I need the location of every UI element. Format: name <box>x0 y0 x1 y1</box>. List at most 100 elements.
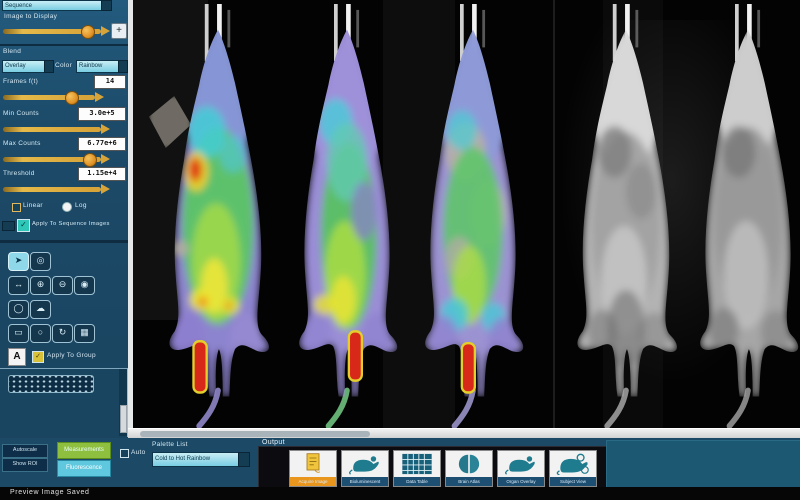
output-thumbnail-strip: Acquire Image Bioluminescent Data Table Bra… <box>258 446 608 489</box>
colorbar-button[interactable] <box>8 375 94 393</box>
apply-group-checkbox[interactable]: ✓ <box>32 351 44 363</box>
max-counts-slider-handle[interactable] <box>83 153 97 167</box>
output-bioluminescent[interactable]: Bioluminescent <box>341 450 389 487</box>
min-counts-field[interactable]: 3.0e+5 <box>78 107 126 121</box>
show-roi-button[interactable]: Show ROI <box>2 458 48 472</box>
sequence-dropdown-button[interactable] <box>101 0 112 11</box>
horizontal-scrollbar-thumb[interactable] <box>140 431 370 437</box>
image-display-slider[interactable] <box>3 29 101 34</box>
measurements-button[interactable]: Measurements <box>57 442 111 459</box>
zoom-in-tool[interactable]: ⊕ <box>30 276 51 295</box>
annotation-button[interactable]: A <box>8 348 26 366</box>
rotate-tool[interactable]: ↻ <box>52 324 73 343</box>
mouse-image-2 <box>282 4 412 428</box>
min-counts-label: Min Counts <box>3 110 39 117</box>
focus-tool[interactable]: ◉ <box>74 276 95 295</box>
apply-group-label: Apply To Group <box>47 352 96 359</box>
slider-arrow-icon <box>101 154 110 164</box>
log-radio[interactable] <box>62 202 72 212</box>
frame-label: Frames f(t) <box>3 78 38 85</box>
sidebar-scrollbar-thumb[interactable] <box>120 405 127 433</box>
mouse-image-5 <box>683 4 800 428</box>
palette-list-dropdown[interactable]: Cold to Hot Rainbow <box>152 452 242 467</box>
blend-label: Blend <box>3 48 21 55</box>
mouse-image-3 <box>408 4 538 428</box>
output-label: Output <box>262 439 285 446</box>
output-organ-overlay[interactable]: Organ Overlay <box>497 450 545 487</box>
zoom-out-tool[interactable]: ⊖ <box>52 276 73 295</box>
rat-icon <box>555 453 591 475</box>
threshold-field[interactable]: 1.15e+4 <box>78 167 126 181</box>
apply-sequence-checkbox[interactable]: ✓ <box>17 219 30 232</box>
output-subject-view[interactable]: Subject View <box>549 450 597 487</box>
max-counts-slider[interactable] <box>3 157 101 162</box>
fluorescence-button[interactable]: Fluorescence <box>57 460 111 477</box>
grid-view-tool[interactable]: ▦ <box>74 324 95 343</box>
divider <box>0 240 128 243</box>
linear-radio[interactable] <box>12 203 21 212</box>
fit-view-tool[interactable]: ↔ <box>8 276 29 295</box>
freehand-roi-tool[interactable]: ☁ <box>30 300 51 319</box>
rect-roi-tool[interactable]: ▭ <box>8 324 29 343</box>
output-brain-atlas[interactable]: Brain Atlas <box>445 450 493 487</box>
mouse-icon <box>347 453 383 475</box>
rat-icon <box>550 451 596 476</box>
image-display-slider-handle[interactable] <box>81 25 95 39</box>
auto-checkbox[interactable] <box>120 449 129 458</box>
log-radio-label: Log <box>75 202 87 209</box>
max-counts-field[interactable]: 6.77e+6 <box>78 137 126 151</box>
sidebar-scrollbar[interactable] <box>119 369 127 436</box>
sheet-icon <box>301 452 325 476</box>
mouse-icon <box>503 453 539 475</box>
thumbnail-label: Data Table <box>394 477 440 486</box>
mouse-icon <box>342 451 388 476</box>
sequence-dropdown[interactable]: Sequence <box>2 0 106 11</box>
frame-value-field[interactable]: 14 <box>94 75 126 89</box>
overlay-dropdown[interactable]: Overlay <box>2 60 48 73</box>
image-viewer[interactable] <box>133 0 800 428</box>
ellipse-roi-tool[interactable]: ◯ <box>8 300 29 319</box>
output-acquire-image[interactable]: Acquire Image <box>289 450 337 487</box>
divider <box>0 44 128 46</box>
sequence-chip-icon <box>2 221 15 231</box>
palette-list-dropdown-button[interactable] <box>238 452 250 467</box>
thumbnail-label: Organ Overlay <box>498 477 544 486</box>
mouse-image-4 <box>560 4 692 428</box>
thumbnail-label: Bioluminescent <box>342 477 388 486</box>
color-label: Color <box>55 62 72 69</box>
status-text: Preview Image Saved <box>10 489 90 496</box>
frame-slider[interactable] <box>3 95 95 100</box>
mouse-icon <box>498 451 544 476</box>
brain-icon <box>446 451 492 476</box>
autoscale-button[interactable]: Autoscale <box>2 444 48 458</box>
max-counts-label: Max Counts <box>3 140 41 147</box>
slider-arrow-icon <box>101 184 110 194</box>
circle-roi-tool[interactable]: ○ <box>30 324 51 343</box>
pointer-tool[interactable]: ➤ <box>8 252 29 271</box>
image-display-label: Image to Display <box>4 13 57 20</box>
threshold-slider[interactable] <box>3 187 101 192</box>
color-table-dropdown[interactable]: Rainbow <box>76 60 122 73</box>
brain-icon <box>456 453 482 475</box>
color-table-dropdown-button[interactable] <box>118 60 128 73</box>
sheet-icon <box>290 451 336 476</box>
add-button[interactable]: + <box>111 23 127 39</box>
output-data-table[interactable]: Data Table <box>393 450 441 487</box>
overlay-dropdown-button[interactable] <box>44 60 54 73</box>
status-bar: Preview Image Saved <box>0 487 800 500</box>
threshold-label: Threshold <box>3 170 35 177</box>
bottom-toolbar: Autoscale Show ROI Measurements Fluoresc… <box>0 438 800 487</box>
chamber-seam <box>553 0 555 428</box>
slider-arrow-icon <box>101 26 110 36</box>
min-counts-slider[interactable] <box>3 127 101 132</box>
linear-radio-label: Linear <box>23 202 43 209</box>
grid-icon <box>394 451 440 476</box>
auto-checkbox-label: Auto <box>131 449 146 456</box>
palette-list-label: Palette List <box>152 441 188 448</box>
slider-arrow-icon <box>95 92 104 102</box>
thumbnail-label: Acquire Image <box>290 477 336 486</box>
frame-slider-handle[interactable] <box>65 91 79 105</box>
control-sidebar: Sequence Image to Display + Blend Overla… <box>0 0 128 438</box>
crosshair-tool[interactable]: ◎ <box>30 252 51 271</box>
colorbar-panel <box>0 368 128 437</box>
